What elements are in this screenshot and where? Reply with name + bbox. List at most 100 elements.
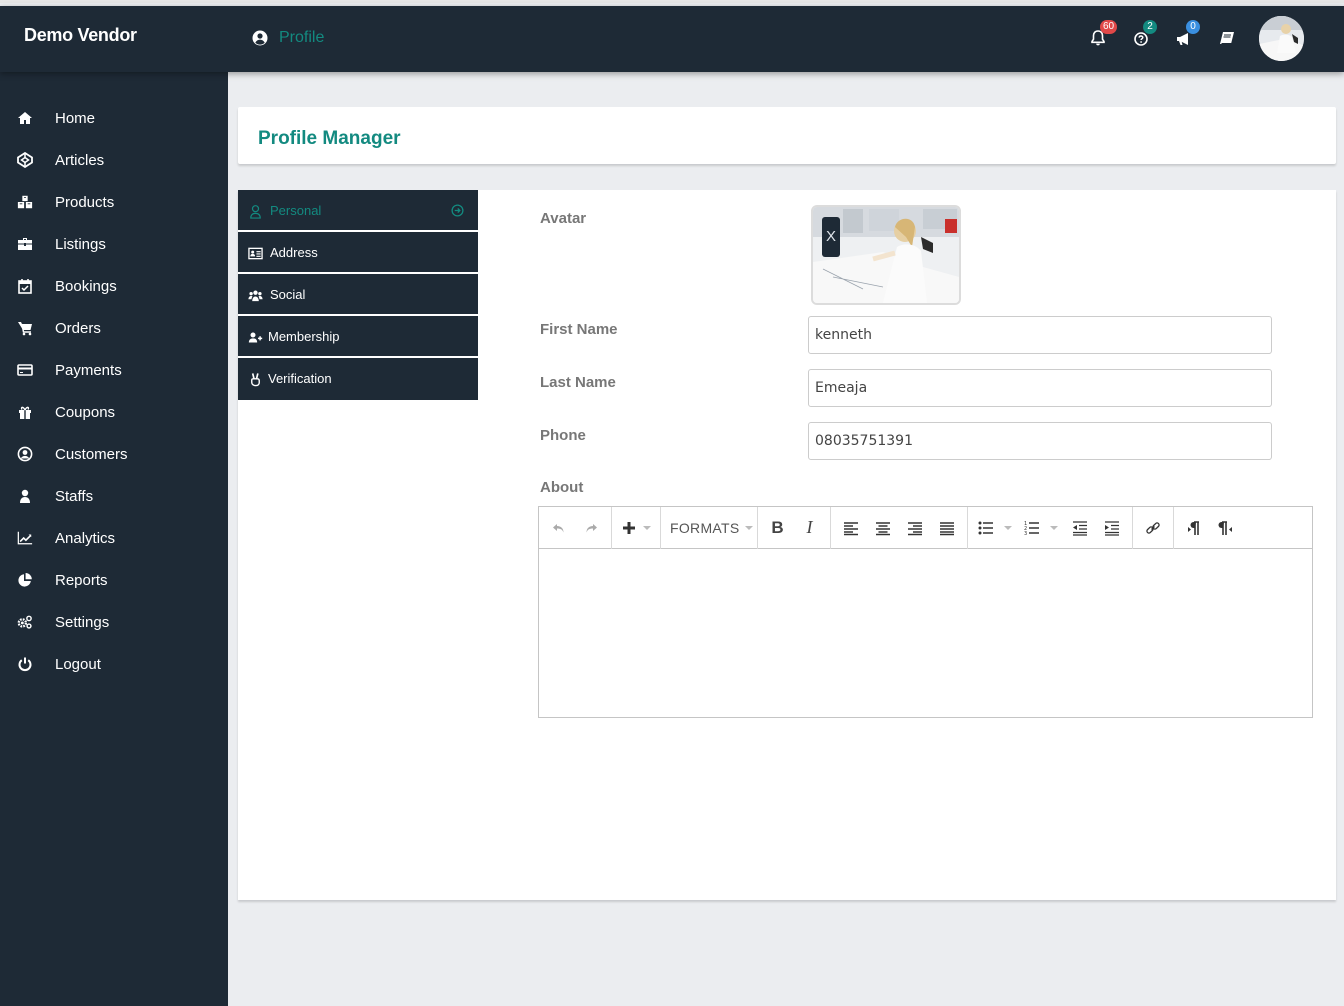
user-icon [16, 487, 34, 505]
sidebar-item-label: Bookings [55, 277, 117, 295]
power-icon [16, 655, 34, 673]
ltr-button[interactable] [1178, 513, 1210, 543]
chevron-down-icon [1049, 525, 1058, 530]
sidebar-item-label: Listings [55, 235, 106, 253]
formats-label: FORMATS [670, 519, 740, 536]
brand-logo[interactable]: Demo Vendor [24, 25, 137, 46]
align-left-button[interactable] [835, 513, 867, 543]
svg-text:3: 3 [1024, 531, 1027, 536]
sidebar-item-orders[interactable]: Orders [0, 307, 228, 349]
pie-chart-icon [16, 571, 34, 589]
tab-label: Address [270, 245, 318, 260]
phone-input[interactable] [808, 422, 1272, 460]
phone-label: Phone [540, 427, 586, 444]
sidebar-item-home[interactable]: Home [0, 97, 228, 139]
remove-avatar-button[interactable]: X [822, 217, 840, 257]
tab-verification[interactable]: Verification [238, 358, 478, 400]
undo-button[interactable] [543, 513, 575, 543]
id-card-icon [248, 245, 264, 261]
help-badge: 2 [1143, 20, 1157, 34]
first-name-label: First Name [540, 321, 618, 338]
sidebar-item-coupons[interactable]: Coupons [0, 391, 228, 433]
about-editor-content[interactable] [539, 549, 1312, 717]
numbered-list-icon: 123 [1024, 521, 1039, 536]
user-avatar[interactable] [1259, 16, 1304, 61]
home-icon [16, 109, 34, 127]
avatar-preview[interactable]: X [811, 205, 961, 305]
bold-button[interactable]: B [762, 513, 794, 543]
about-label: About [540, 479, 584, 496]
outdent-button[interactable] [1064, 513, 1096, 543]
sidebar-item-label: Orders [55, 319, 101, 337]
chevron-down-icon [744, 525, 753, 530]
redo-button[interactable] [575, 513, 607, 543]
indent-button[interactable] [1096, 513, 1128, 543]
insert-menu-button[interactable] [616, 513, 656, 543]
arrow-circle-right-icon [451, 204, 464, 217]
plus-icon [623, 521, 635, 534]
indent-icon [1104, 520, 1119, 536]
page-header: Profile Manager [238, 107, 1336, 164]
breadcrumb-current[interactable]: Profile [279, 29, 324, 47]
align-justify-icon [939, 521, 954, 535]
top-bar: Demo Vendor Profile 60 2 0 [0, 6, 1344, 72]
insert-link-button[interactable] [1137, 513, 1169, 543]
announcements-button[interactable]: 0 [1175, 20, 1200, 49]
sidebar-item-label: Home [55, 109, 96, 127]
notifications-button[interactable]: 60 [1089, 20, 1118, 49]
link-icon [1145, 521, 1160, 534]
tab-label: Social [270, 287, 306, 302]
align-left-icon [843, 521, 858, 535]
numbered-list-button[interactable]: 123 [1018, 513, 1064, 543]
help-button[interactable]: 2 [1132, 20, 1157, 49]
bullet-list-button[interactable] [972, 513, 1018, 543]
sidebar-item-products[interactable]: Products [0, 181, 228, 223]
align-center-button[interactable] [867, 513, 899, 543]
align-center-icon [875, 521, 890, 535]
sidebar-item-label: Reports [55, 571, 108, 589]
sidebar-item-label: Customers [55, 445, 128, 463]
last-name-input[interactable] [808, 369, 1272, 407]
rtl-button[interactable] [1210, 513, 1242, 543]
sidebar-item-listings[interactable]: Listings [0, 223, 228, 265]
tab-social[interactable]: Social [238, 274, 478, 316]
sidebar-item-settings[interactable]: Settings [0, 601, 228, 643]
sidebar-item-logout[interactable]: Logout [0, 643, 228, 685]
italic-button[interactable]: I [794, 513, 826, 543]
first-name-input[interactable] [808, 316, 1272, 354]
page-title: Profile Manager [258, 128, 401, 149]
sidebar-item-label: Logout [55, 655, 101, 673]
sidebar-item-payments[interactable]: Payments [0, 349, 228, 391]
breadcrumb: Profile [252, 29, 324, 47]
user-circle-icon [16, 445, 34, 463]
profile-tabs: Personal Address Social Membership Verif… [238, 190, 478, 400]
user-plus-icon [248, 329, 264, 345]
book-icon [1220, 32, 1234, 44]
sidebar-item-label: Settings [55, 613, 110, 631]
sidebar-item-analytics[interactable]: Analytics [0, 517, 228, 559]
sidebar-item-articles[interactable]: Articles [0, 139, 228, 181]
sidebar-item-label: Staffs [55, 487, 94, 505]
align-justify-button[interactable] [931, 513, 963, 543]
sidebar-item-customers[interactable]: Customers [0, 433, 228, 475]
italic-icon: I [806, 517, 813, 537]
cubes-icon [16, 193, 34, 211]
tab-personal[interactable]: Personal [238, 190, 478, 232]
codepen-icon [16, 151, 34, 169]
sidebar-item-reports[interactable]: Reports [0, 559, 228, 601]
formats-dropdown[interactable]: FORMATS [665, 513, 753, 543]
tab-address[interactable]: Address [238, 232, 478, 274]
sidebar-item-label: Products [55, 193, 115, 211]
profile-form-card: Personal Address Social Membership Verif… [238, 190, 1336, 900]
user-circle-icon [252, 30, 268, 46]
editor-toolbar: FORMATS B I 123 [539, 506, 1312, 549]
cart-icon [16, 319, 34, 337]
docs-button[interactable] [1218, 29, 1238, 49]
align-right-button[interactable] [899, 513, 931, 543]
undo-icon [553, 523, 564, 532]
tab-membership[interactable]: Membership [238, 316, 478, 358]
paragraph-ltr-icon [1187, 520, 1199, 535]
sidebar-item-bookings[interactable]: Bookings [0, 265, 228, 307]
sidebar-item-staffs[interactable]: Staffs [0, 475, 228, 517]
user-avatar-image [1259, 16, 1304, 61]
